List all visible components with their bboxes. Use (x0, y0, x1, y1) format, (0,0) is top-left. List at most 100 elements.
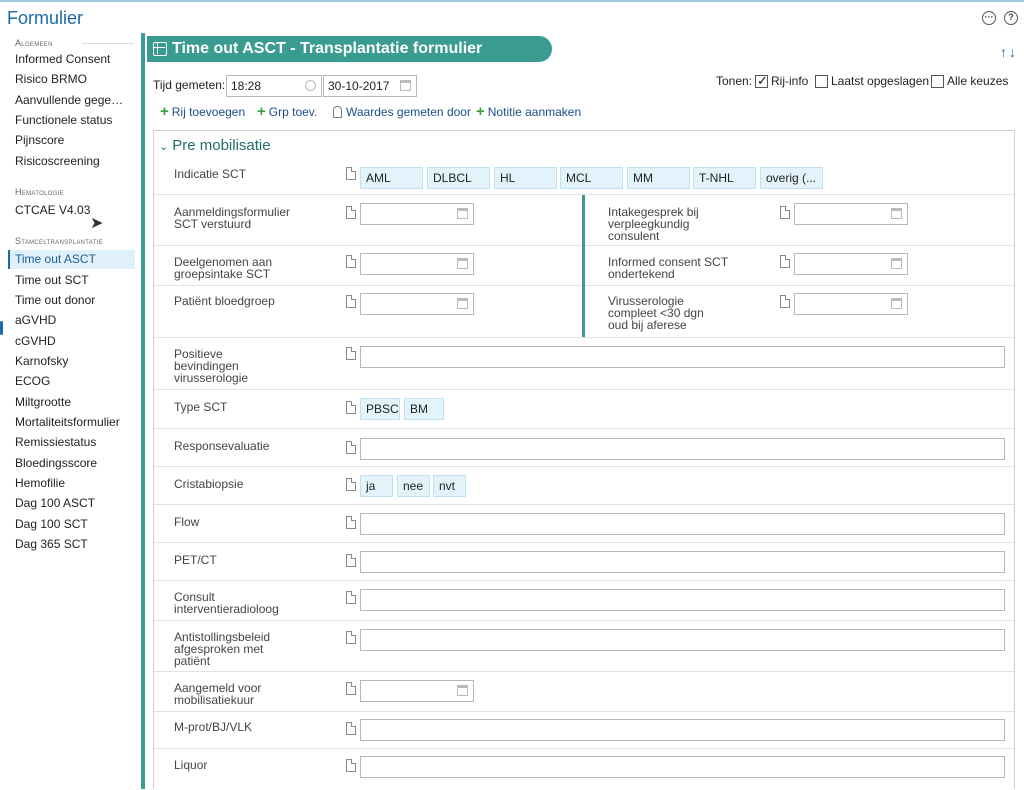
row-aanmeldingsformulier: Aanmeldingsformulier SCT verstuurd Intak… (154, 195, 1014, 246)
choice-mcl[interactable]: MCL (560, 167, 623, 189)
antistolling-input[interactable] (360, 629, 1005, 651)
scroll-indicator[interactable] (0, 321, 3, 335)
help-icon[interactable]: ? (1004, 11, 1018, 25)
m-prot-input[interactable] (360, 719, 1005, 741)
calendar-icon[interactable] (891, 258, 902, 269)
sidebar-item-remissiestatus[interactable]: Remissiestatus (8, 433, 135, 452)
positieve-bevindingen-input[interactable] (360, 346, 1005, 368)
choice-dlbcl[interactable]: DLBCL (427, 167, 490, 189)
document-icon[interactable] (346, 722, 356, 735)
section-pre-mobilisatie[interactable]: ⌄ Pre mobilisatie (159, 137, 271, 154)
bloedgroep-date-input[interactable] (360, 293, 474, 315)
choice-mm[interactable]: MM (627, 167, 690, 189)
choice-overig[interactable]: overig (... (760, 167, 823, 189)
choice-nee[interactable]: nee (397, 475, 430, 497)
sidebar-item-bloedingsscore[interactable]: Bloedingsscore (8, 454, 135, 473)
document-icon[interactable] (346, 516, 356, 529)
clock-icon[interactable] (305, 80, 316, 91)
virusserologie-date-input[interactable] (794, 293, 908, 315)
document-icon[interactable] (346, 591, 356, 604)
sidebar-item-time-out-asct[interactable]: Time out ASCT (8, 250, 135, 269)
document-icon[interactable] (346, 255, 356, 268)
sidebar-item-cgvhd[interactable]: cGVHD (8, 332, 135, 351)
time-value: 18:28 (231, 79, 262, 93)
rij-toevoegen-button[interactable]: + Rij toevoegen (160, 104, 245, 119)
checkbox-rij-info[interactable] (755, 73, 768, 89)
aangemeld-date-input[interactable] (360, 680, 474, 702)
sidebar-item-ctcae[interactable]: CTCAE V4.03 (8, 201, 135, 220)
sidebar-item-informed-consent[interactable]: Informed Consent (8, 50, 135, 69)
responsevaluatie-input[interactable] (360, 438, 1005, 460)
row-label: Indicatie SCT (174, 167, 247, 181)
document-icon[interactable] (346, 631, 356, 644)
document-icon[interactable] (346, 441, 356, 454)
sidebar-item-agvhd[interactable]: aGVHD (8, 311, 135, 330)
sidebar-item-risico-brmo[interactable]: Risico BRMO (8, 70, 135, 89)
choice-pbsc[interactable]: PBSC (360, 398, 400, 420)
flow-input[interactable] (360, 513, 1005, 535)
choice-ja[interactable]: ja (360, 475, 393, 497)
document-icon[interactable] (780, 206, 790, 219)
choice-hl[interactable]: HL (494, 167, 557, 189)
calendar-icon[interactable] (457, 298, 468, 309)
sidebar-item-dag-365-sct[interactable]: Dag 365 SCT (8, 535, 135, 554)
choice-nvt[interactable]: nvt (433, 475, 466, 497)
date-input[interactable]: 30-10-2017 (323, 75, 417, 97)
document-icon[interactable] (346, 295, 356, 308)
choice-aml[interactable]: AML (360, 167, 423, 189)
calendar-icon[interactable] (891, 208, 902, 219)
sidebar-item-aanvullende[interactable]: Aanvullende gege… (8, 91, 135, 110)
liquor-input[interactable] (360, 756, 1005, 778)
option-rij-info[interactable]: Rij-info (755, 73, 809, 89)
sidebar-item-mortaliteitsformulier[interactable]: Mortaliteitsformulier (8, 413, 135, 432)
choice-t-nhl[interactable]: T-NHL (693, 167, 756, 189)
calendar-icon[interactable] (457, 258, 468, 269)
calendar-icon[interactable] (400, 80, 411, 91)
document-icon[interactable] (780, 255, 790, 268)
document-icon[interactable] (346, 682, 356, 695)
calendar-icon[interactable] (457, 685, 468, 696)
consult-input[interactable] (360, 589, 1005, 611)
option-alle-keuzes[interactable]: Alle keuzes (931, 74, 1008, 88)
sidebar-item-risicoscreening[interactable]: Risicoscreening (8, 152, 135, 171)
document-icon[interactable] (780, 295, 790, 308)
sidebar-item-hemofilie[interactable]: Hemofilie (8, 474, 135, 493)
waardes-gemeten-door-button[interactable]: Waardes gemeten door (333, 105, 471, 119)
document-icon[interactable] (346, 759, 356, 772)
document-icon[interactable] (346, 478, 356, 491)
sidebar-item-dag-100-asct[interactable]: Dag 100 ASCT (8, 494, 135, 513)
document-icon[interactable] (346, 401, 356, 414)
app-title: Formulier (7, 8, 84, 28)
sidebar-item-pijnscore[interactable]: Pijnscore (8, 131, 135, 150)
document-icon[interactable] (346, 167, 356, 180)
informed-consent-date-input[interactable] (794, 253, 908, 275)
sidebar-item-functionele-status[interactable]: Functionele status (8, 111, 135, 130)
document-icon[interactable] (346, 554, 356, 567)
time-input[interactable]: 18:28 (226, 75, 322, 97)
intakegesprek-date-input[interactable] (794, 203, 908, 225)
sidebar-item-ecog[interactable]: ECOG (8, 372, 135, 391)
aanmeldingsformulier-date-input[interactable] (360, 203, 474, 225)
deelgenomen-date-input[interactable] (360, 253, 474, 275)
pet-ct-input[interactable] (360, 551, 1005, 573)
sidebar-item-miltgrootte[interactable]: Miltgrootte (8, 393, 135, 412)
checkbox-laatst-opgeslagen[interactable] (815, 74, 828, 88)
option-label: Rij-info (771, 74, 809, 88)
calendar-icon[interactable] (457, 208, 468, 219)
choice-bm[interactable]: BM (404, 398, 444, 420)
checkbox-alle-keuzes[interactable] (931, 74, 944, 88)
grp-toev-button[interactable]: + Grp toev. (257, 104, 317, 119)
document-icon[interactable] (346, 206, 356, 219)
option-label: Alle keuzes (947, 74, 1009, 88)
sidebar-item-time-out-sct[interactable]: Time out SCT (8, 271, 135, 290)
more-icon[interactable]: ··· (982, 11, 996, 25)
calendar-icon[interactable] (891, 298, 902, 309)
notitie-aanmaken-button[interactable]: + Notitie aanmaken (476, 104, 581, 119)
sidebar-item-dag-100-sct[interactable]: Dag 100 SCT (8, 515, 135, 534)
form-panel: ⌄ Pre mobilisatie Indicatie SCT AML DLBCL… (153, 130, 1015, 789)
sidebar-item-karnofsky[interactable]: Karnofsky (8, 352, 135, 371)
option-laatst-opgeslagen[interactable]: Laatst opgeslagen (815, 74, 929, 88)
document-icon[interactable] (346, 347, 356, 360)
sort-arrows-icon[interactable]: ↑↓ (1000, 44, 1018, 60)
sidebar-item-time-out-donor[interactable]: Time out donor (8, 291, 135, 310)
